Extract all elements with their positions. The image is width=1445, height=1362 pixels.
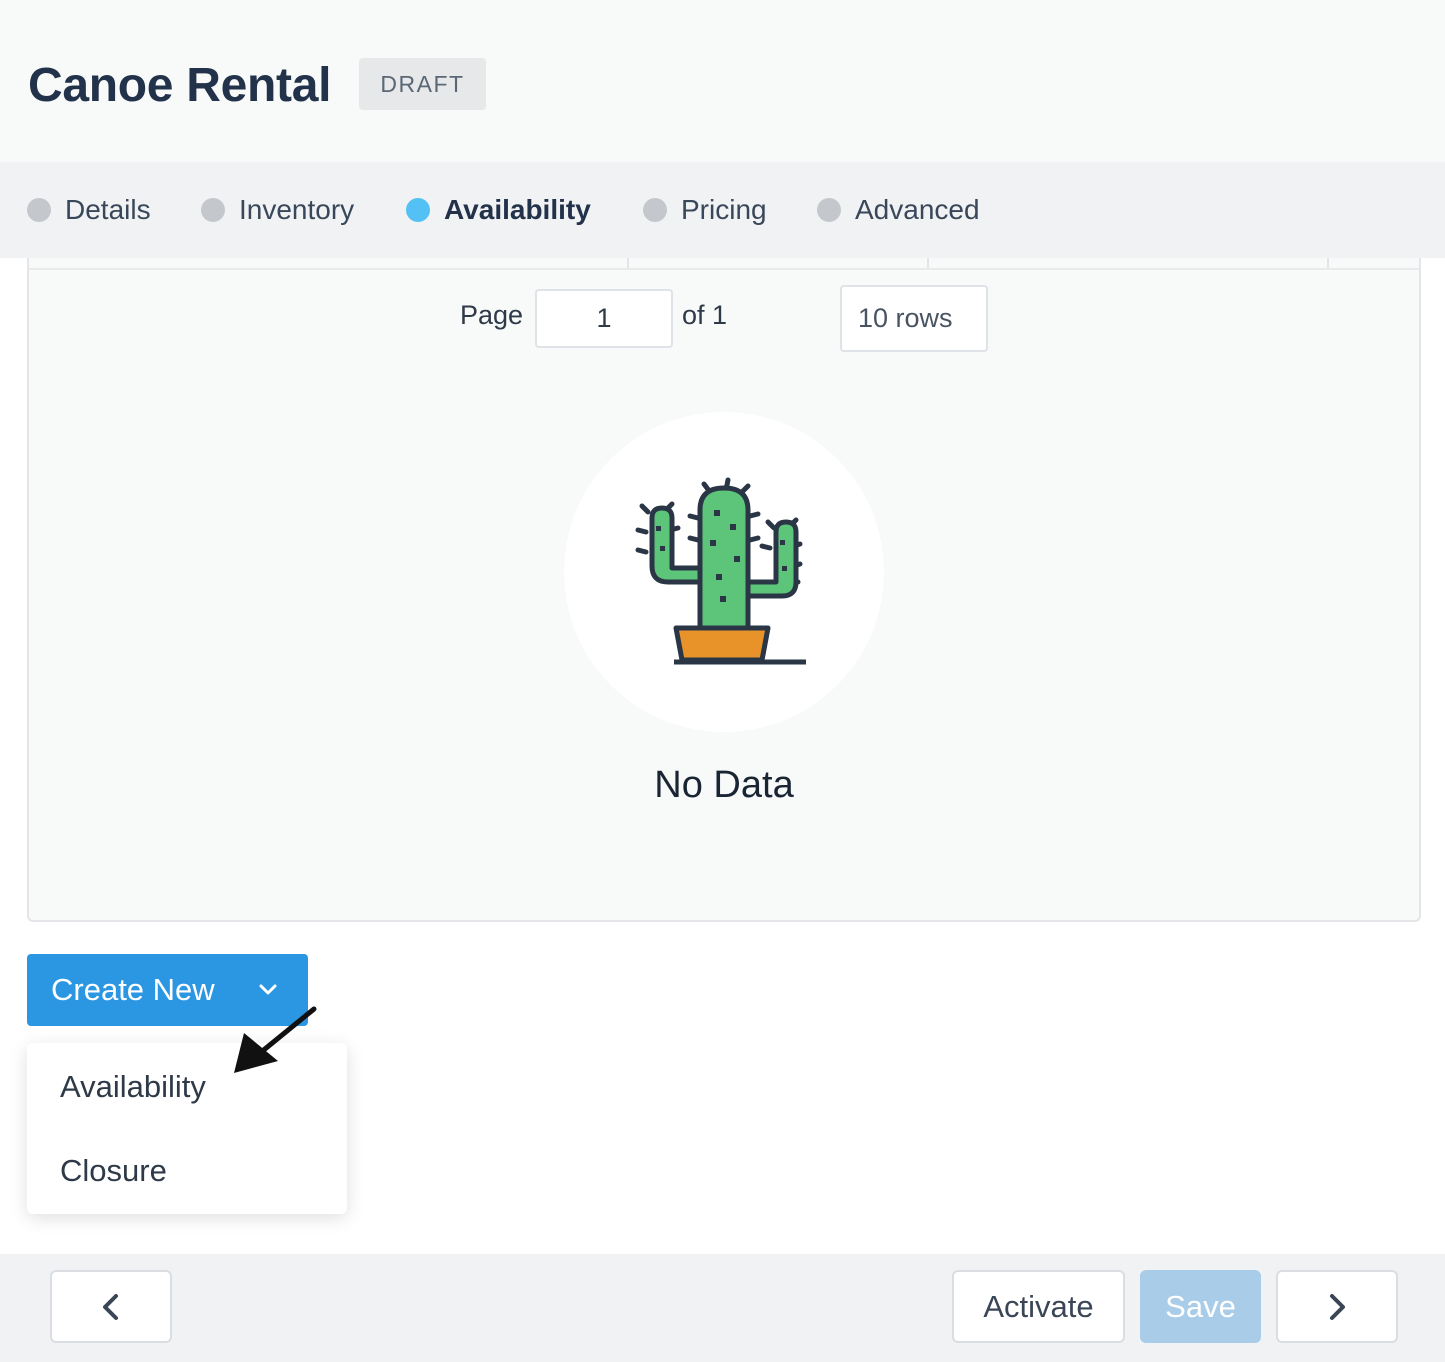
cactus-icon: [635, 477, 806, 665]
rows-per-page-select[interactable]: 10 rows: [840, 285, 988, 352]
page-title: Canoe Rental: [28, 59, 332, 112]
empty-state-message: No Data: [654, 764, 794, 806]
menu-item-closure[interactable]: Closure: [60, 1153, 167, 1189]
previous-button[interactable]: [50, 1270, 172, 1343]
page-label: Page: [460, 300, 524, 330]
tab-inventory[interactable]: Inventory: [201, 162, 354, 258]
step-dot-icon: [406, 198, 430, 222]
step-dot-icon: [643, 198, 667, 222]
tab-label: Inventory: [239, 194, 355, 225]
activate-button[interactable]: Activate: [952, 1270, 1125, 1343]
tab-advanced[interactable]: Advanced: [817, 162, 980, 258]
chevron-right-icon: [1330, 1293, 1345, 1320]
tab-label: Advanced: [855, 194, 980, 225]
page-total-label: of 1: [682, 300, 728, 330]
chevron-down-icon: [259, 984, 277, 995]
chevron-left-icon: [103, 1293, 118, 1320]
footer-bar: Activate Save: [0, 1254, 1445, 1362]
step-dot-icon: [27, 198, 51, 222]
step-dot-icon: [817, 198, 841, 222]
column-divider: [929, 258, 1329, 268]
page-number-input[interactable]: 1: [535, 289, 673, 348]
tab-label: Availability: [444, 194, 591, 225]
annotation-arrow-icon: [234, 1006, 317, 1073]
step-tabs: Details Inventory Availability Pricing A…: [0, 162, 1445, 258]
page-header: Canoe Rental DRAFT: [0, 0, 1445, 162]
tab-availability[interactable]: Availability: [406, 162, 591, 258]
create-new-label: Create New: [51, 972, 215, 1007]
table-header-divider: [29, 268, 1419, 270]
tab-label: Details: [65, 194, 151, 225]
save-button[interactable]: Save: [1140, 1270, 1261, 1343]
tab-pricing[interactable]: Pricing: [643, 162, 767, 258]
column-divider: [29, 258, 629, 268]
step-dot-icon: [201, 198, 225, 222]
tab-label: Pricing: [681, 194, 767, 225]
status-badge: DRAFT: [359, 58, 486, 110]
next-button[interactable]: [1276, 1270, 1398, 1343]
menu-item-availability[interactable]: Availability: [60, 1069, 206, 1105]
column-divider: [629, 258, 929, 268]
tab-details[interactable]: Details: [27, 162, 151, 258]
